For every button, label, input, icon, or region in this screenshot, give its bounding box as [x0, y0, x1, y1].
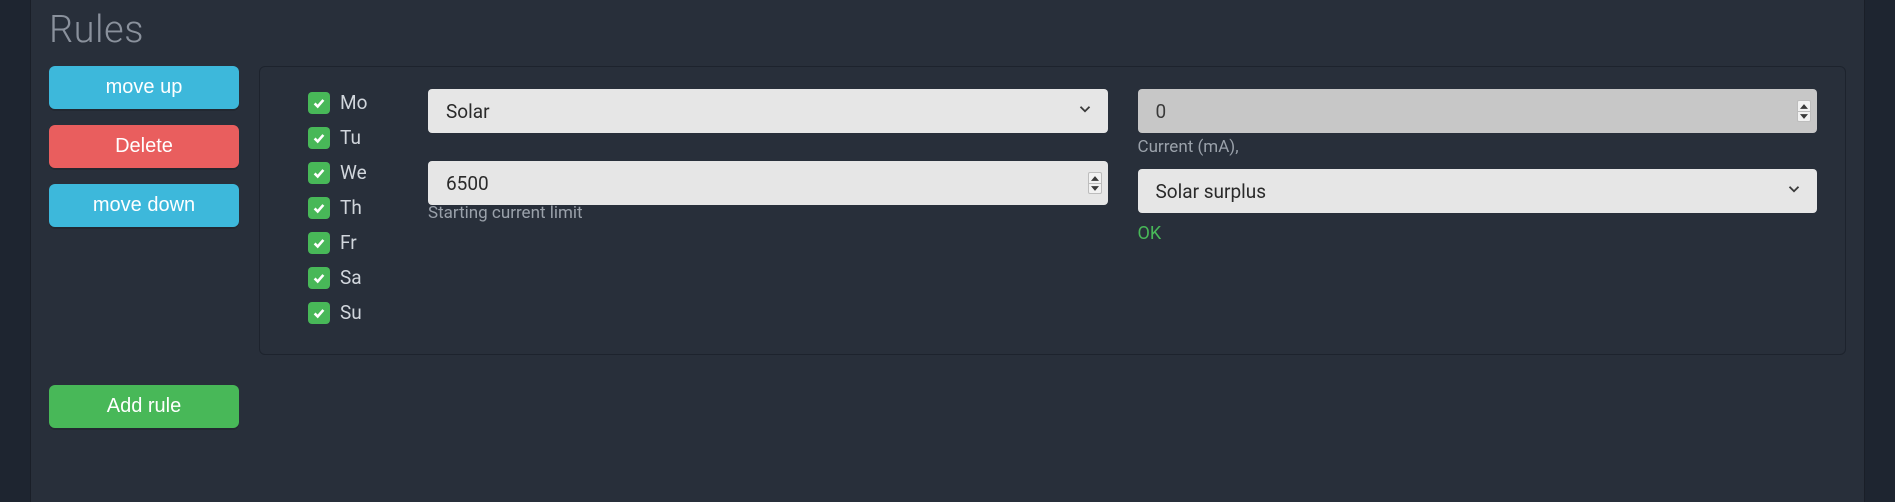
day-label: Tu	[340, 126, 361, 149]
day-we: We	[308, 161, 398, 184]
mode-select[interactable]: Solar	[428, 89, 1108, 133]
current-label: Current (mA),	[1138, 137, 1818, 157]
page-title: Rules	[49, 8, 1846, 52]
days-list: Mo Tu We Th	[308, 89, 398, 324]
day-su: Su	[308, 301, 398, 324]
number-spinner	[1797, 100, 1811, 122]
day-mo: Mo	[308, 91, 398, 114]
day-label: Su	[340, 301, 362, 324]
spinner-down-button[interactable]	[1797, 111, 1811, 122]
day-th-checkbox[interactable]	[308, 197, 330, 219]
spinner-up-button[interactable]	[1797, 100, 1811, 111]
day-th: Th	[308, 196, 398, 219]
day-sa: Sa	[308, 266, 398, 289]
day-label: Mo	[340, 91, 367, 114]
mode-select-value: Solar	[446, 100, 490, 123]
move-up-button[interactable]: move up	[49, 66, 239, 109]
status-badge: OK	[1138, 223, 1818, 244]
day-su-checkbox[interactable]	[308, 302, 330, 324]
start-current-value: 6500	[446, 172, 489, 195]
start-current-label: Starting current limit	[428, 203, 1108, 223]
day-fr: Fr	[308, 231, 398, 254]
number-spinner	[1088, 172, 1102, 194]
source-select-value: Solar surplus	[1156, 180, 1267, 203]
day-tu-checkbox[interactable]	[308, 127, 330, 149]
day-we-checkbox[interactable]	[308, 162, 330, 184]
day-label: Th	[340, 196, 362, 219]
spinner-down-button[interactable]	[1088, 183, 1102, 194]
day-label: We	[340, 161, 367, 184]
chevron-down-icon	[1076, 100, 1094, 123]
current-input[interactable]: 0	[1138, 89, 1818, 133]
day-label: Sa	[340, 266, 362, 289]
spinner-up-button[interactable]	[1088, 172, 1102, 183]
start-current-input[interactable]: 6500	[428, 161, 1108, 205]
day-sa-checkbox[interactable]	[308, 267, 330, 289]
rule-panel: Mo Tu We Th	[259, 66, 1846, 355]
delete-button[interactable]: Delete	[49, 125, 239, 168]
move-down-button[interactable]: move down	[49, 184, 239, 227]
add-rule-button[interactable]: Add rule	[49, 385, 239, 428]
rule-actions: move up Delete move down	[49, 66, 239, 227]
day-tu: Tu	[308, 126, 398, 149]
day-fr-checkbox[interactable]	[308, 232, 330, 254]
day-mo-checkbox[interactable]	[308, 92, 330, 114]
chevron-down-icon	[1785, 180, 1803, 203]
day-label: Fr	[340, 231, 357, 254]
current-value: 0	[1156, 100, 1167, 123]
source-select[interactable]: Solar surplus	[1138, 169, 1818, 213]
